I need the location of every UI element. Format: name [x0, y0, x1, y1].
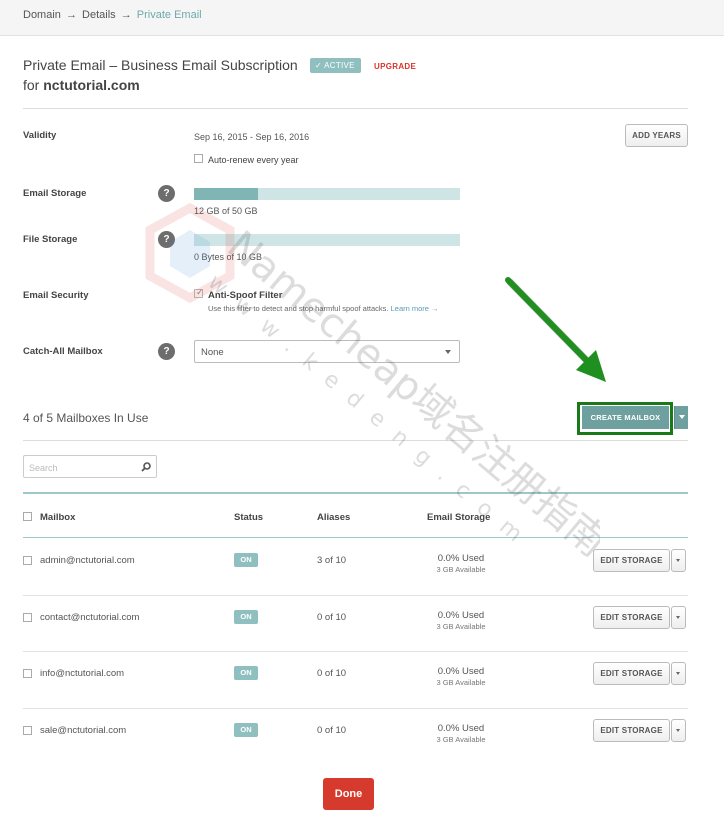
- row-checkbox[interactable]: [23, 556, 32, 565]
- email-storage-bar-fill: [194, 188, 258, 200]
- help-icon[interactable]: ?: [158, 231, 175, 248]
- divider: [23, 108, 688, 109]
- storage-used: 0.0% Used: [437, 553, 485, 564]
- column-header-mailbox[interactable]: Mailbox: [40, 512, 75, 523]
- upgrade-link[interactable]: UPGRADE: [374, 62, 416, 71]
- chevron-down-icon: [676, 729, 680, 732]
- mailbox-email[interactable]: admin@nctutorial.com: [40, 555, 135, 566]
- help-icon[interactable]: ?: [158, 343, 175, 360]
- status-badge: ON: [234, 666, 258, 680]
- aliases-count: 0 of 10: [317, 612, 347, 623]
- edit-storage-button[interactable]: EDIT STORAGE: [593, 549, 670, 572]
- aliases-count: 0 of 10: [317, 668, 347, 679]
- storage-available: 3 GB Available: [436, 622, 486, 631]
- domain-name: nctutorial.com: [43, 77, 140, 93]
- anti-spoof-description: Use this filter to detect and stop harmf…: [208, 304, 439, 313]
- learn-more-link[interactable]: Learn more →: [391, 304, 439, 313]
- catch-all-selected: None: [201, 347, 224, 358]
- search-icon[interactable]: [141, 462, 151, 472]
- catch-all-label: Catch-All Mailbox: [23, 346, 103, 357]
- select-all-checkbox[interactable]: [23, 512, 32, 521]
- status-badge: ON: [234, 553, 258, 567]
- edit-storage-button[interactable]: EDIT STORAGE: [593, 606, 670, 629]
- search-input[interactable]: Search: [23, 455, 157, 478]
- mailboxes-in-use: 4 of 5 Mailboxes In Use: [23, 411, 149, 425]
- storage-available: 3 GB Available: [436, 735, 486, 744]
- file-storage-usage: 0 Bytes of 10 GB: [194, 252, 263, 262]
- help-icon[interactable]: ?: [158, 185, 175, 202]
- add-years-button[interactable]: ADD YEARS: [625, 124, 688, 147]
- email-security-label: Email Security: [23, 290, 89, 301]
- storage-available: 3 GB Available: [436, 678, 486, 687]
- auto-renew-label: Auto-renew every year: [208, 155, 299, 165]
- table-header-line: [23, 537, 688, 538]
- storage-available: 3 GB Available: [436, 565, 486, 574]
- validity-label: Validity: [23, 130, 57, 141]
- status-badge: ON: [234, 610, 258, 624]
- email-storage-bar: [194, 188, 460, 200]
- anti-spoof-label: Anti-Spoof Filter: [208, 290, 283, 301]
- table-top-line: [23, 492, 688, 494]
- chevron-down-icon: [676, 559, 680, 562]
- mailbox-email[interactable]: info@nctutorial.com: [40, 668, 124, 679]
- storage-used: 0.0% Used: [437, 666, 485, 677]
- divider: [23, 440, 688, 441]
- status-badge: ✓ ACTIVE: [310, 58, 361, 73]
- breadcrumb-separator: →: [120, 9, 132, 21]
- row-checkbox[interactable]: [23, 726, 32, 735]
- create-mailbox-dropdown[interactable]: [674, 406, 688, 429]
- column-header-aliases[interactable]: Aliases: [317, 512, 350, 523]
- page-subtitle: for nctutorial.com: [23, 77, 140, 93]
- breadcrumb: Domain → Details → Private Email: [23, 9, 202, 21]
- validity-dates: Sep 16, 2015 - Sep 16, 2016: [194, 132, 310, 142]
- email-storage-usage: 12 GB of 50 GB: [194, 206, 258, 216]
- breadcrumb-current: Private Email: [136, 9, 202, 21]
- edit-storage-button[interactable]: EDIT STORAGE: [593, 662, 670, 685]
- chevron-down-icon: [445, 350, 451, 354]
- aliases-count: 3 of 10: [317, 555, 347, 566]
- storage-used: 0.0% Used: [437, 610, 485, 621]
- auto-renew-checkbox[interactable]: [194, 154, 203, 163]
- edit-storage-dropdown[interactable]: [671, 719, 686, 742]
- chevron-down-icon: [676, 672, 680, 675]
- row-divider: [23, 651, 688, 652]
- create-mailbox-button[interactable]: CREATE MAILBOX: [582, 406, 669, 429]
- file-storage-bar: [194, 234, 460, 246]
- file-storage-label: File Storage: [23, 234, 78, 245]
- page-title: Private Email – Business Email Subscript…: [23, 57, 298, 73]
- mailbox-email[interactable]: contact@nctutorial.com: [40, 612, 139, 623]
- row-checkbox[interactable]: [23, 613, 32, 622]
- for-prefix: for: [23, 77, 40, 93]
- catch-all-select[interactable]: None: [194, 340, 460, 363]
- anti-spoof-description-text: Use this filter to detect and stop harmf…: [208, 304, 389, 313]
- breadcrumb-domain[interactable]: Domain: [23, 9, 61, 21]
- breadcrumb-separator: →: [65, 9, 77, 21]
- aliases-count: 0 of 10: [317, 725, 347, 736]
- email-storage-label: Email Storage: [23, 188, 87, 199]
- chevron-down-icon: [676, 616, 680, 619]
- edit-storage-dropdown[interactable]: [671, 549, 686, 572]
- status-badge: ON: [234, 723, 258, 737]
- edit-storage-button[interactable]: EDIT STORAGE: [593, 719, 670, 742]
- column-header-email-storage[interactable]: Email Storage: [427, 512, 490, 523]
- mailbox-email[interactable]: sale@nctutorial.com: [40, 725, 126, 736]
- storage-used: 0.0% Used: [437, 723, 485, 734]
- column-header-status[interactable]: Status: [234, 512, 263, 523]
- chevron-down-icon: [679, 415, 685, 419]
- top-bar: Domain → Details → Private Email: [0, 0, 724, 36]
- edit-storage-dropdown[interactable]: [671, 662, 686, 685]
- check-icon: ✓: [315, 61, 323, 70]
- row-divider: [23, 708, 688, 709]
- status-badge-label: ACTIVE: [324, 61, 355, 70]
- annotation-arrow-icon: [505, 277, 606, 382]
- anti-spoof-checkbox[interactable]: [194, 287, 204, 298]
- row-checkbox[interactable]: [23, 669, 32, 678]
- edit-storage-dropdown[interactable]: [671, 606, 686, 629]
- row-divider: [23, 595, 688, 596]
- breadcrumb-details[interactable]: Details: [82, 9, 116, 21]
- done-button[interactable]: Done: [323, 778, 374, 810]
- search-placeholder: Search: [29, 463, 58, 473]
